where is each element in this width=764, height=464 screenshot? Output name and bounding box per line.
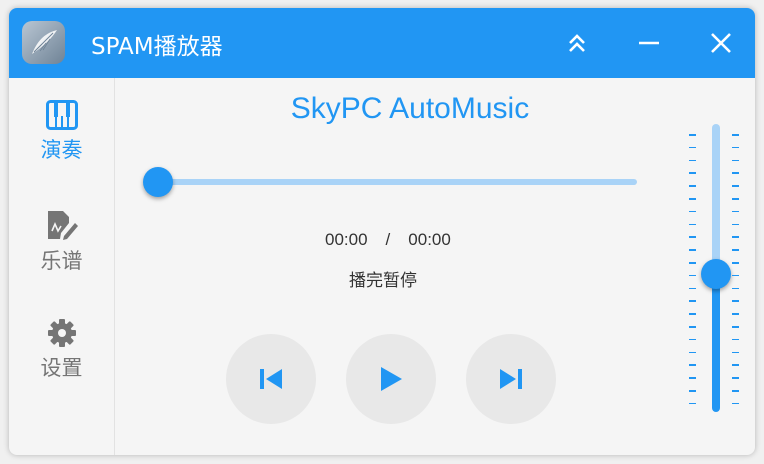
previous-button[interactable] xyxy=(226,334,316,424)
player-panel: SkyPC AutoMusic 00:00 / 00:00 播完暂停 xyxy=(115,78,755,455)
volume-tick xyxy=(689,274,696,277)
sheet-edit-icon xyxy=(47,211,78,240)
app-logo xyxy=(22,21,65,64)
volume-tick xyxy=(732,146,739,149)
volume-tick xyxy=(732,249,739,251)
volume-tick xyxy=(732,236,739,238)
volume-tick xyxy=(732,377,739,379)
volume-tick xyxy=(689,364,696,366)
skip-next-icon xyxy=(500,369,522,389)
volume-tick xyxy=(689,313,696,315)
volume-tick xyxy=(732,300,739,302)
sidebar-item-settings[interactable]: 设置 xyxy=(9,318,114,398)
sidebar-item-label: 设置 xyxy=(40,356,83,380)
volume-tick xyxy=(689,390,696,392)
play-button[interactable] xyxy=(346,334,436,424)
volume-tick xyxy=(689,402,696,405)
volume-tick xyxy=(732,159,739,162)
close-button[interactable] xyxy=(703,25,739,61)
volume-tick xyxy=(689,223,696,226)
volume-tick xyxy=(732,364,739,366)
volume-tick xyxy=(689,172,696,174)
volume-tick xyxy=(689,185,696,187)
volume-tick xyxy=(689,210,696,213)
volume-tick xyxy=(689,287,696,290)
minus-icon xyxy=(639,41,659,45)
volume-tick xyxy=(732,351,739,354)
sidebar-item-label: 演奏 xyxy=(40,138,83,162)
progress-slider-thumb[interactable] xyxy=(143,167,173,197)
volume-tick xyxy=(732,223,739,226)
minimize-button[interactable] xyxy=(631,25,667,61)
volume-tick xyxy=(689,159,696,162)
volume-tick xyxy=(689,198,696,200)
volume-tick xyxy=(689,351,696,354)
volume-ticks-left xyxy=(689,134,696,409)
volume-tick xyxy=(732,198,739,200)
app-window: SPAM播放器 演奏 乐谱 设置 SkyPC AutoMusic 00:00 /… xyxy=(9,8,755,455)
volume-ticks-right xyxy=(732,134,739,409)
sidebar: 演奏 乐谱 设置 xyxy=(9,78,115,455)
window-title: SPAM播放器 xyxy=(91,34,223,60)
volume-tick xyxy=(732,274,739,277)
volume-tick xyxy=(689,300,696,302)
volume-tick xyxy=(732,172,739,174)
play-icon xyxy=(381,367,402,391)
song-title: SkyPC AutoMusic xyxy=(290,92,530,125)
volume-tick xyxy=(689,326,696,328)
piano-icon xyxy=(45,100,78,130)
next-button[interactable] xyxy=(466,334,556,424)
volume-tick xyxy=(689,236,696,238)
volume-tick xyxy=(732,134,739,136)
total-time: 00:00 xyxy=(408,230,451,249)
title-bar[interactable]: SPAM播放器 xyxy=(9,8,755,78)
sidebar-item-play[interactable]: 演奏 xyxy=(9,100,114,180)
progress-track[interactable] xyxy=(155,179,637,185)
sidebar-item-label: 乐谱 xyxy=(40,249,83,273)
volume-tick xyxy=(689,262,696,264)
time-display: 00:00 / 00:00 xyxy=(325,230,451,250)
volume-tick xyxy=(732,390,739,392)
volume-tick xyxy=(689,377,696,379)
volume-fill xyxy=(712,272,720,412)
feather-logo-icon xyxy=(32,30,57,54)
volume-tick xyxy=(732,185,739,187)
volume-tick xyxy=(732,210,739,213)
time-separator: / xyxy=(385,230,391,249)
volume-tick xyxy=(732,326,739,328)
sidebar-item-sheet[interactable]: 乐谱 xyxy=(9,209,114,289)
volume-tick xyxy=(732,287,739,290)
volume-tick xyxy=(732,262,739,264)
volume-tick xyxy=(732,338,739,341)
collapse-button[interactable] xyxy=(559,25,595,61)
volume-tick xyxy=(689,249,696,251)
volume-track[interactable] xyxy=(712,124,720,272)
volume-tick xyxy=(689,338,696,341)
volume-slider-thumb[interactable] xyxy=(701,259,731,289)
close-icon xyxy=(711,33,731,53)
volume-tick xyxy=(732,402,739,405)
volume-tick xyxy=(689,134,696,136)
double-chevron-up-icon xyxy=(569,34,585,52)
volume-tick xyxy=(689,146,696,149)
volume-tick xyxy=(732,313,739,315)
gear-icon xyxy=(47,319,76,347)
skip-previous-icon xyxy=(260,369,282,389)
playback-status: 播完暂停 xyxy=(349,271,417,291)
current-time: 00:00 xyxy=(325,230,368,249)
